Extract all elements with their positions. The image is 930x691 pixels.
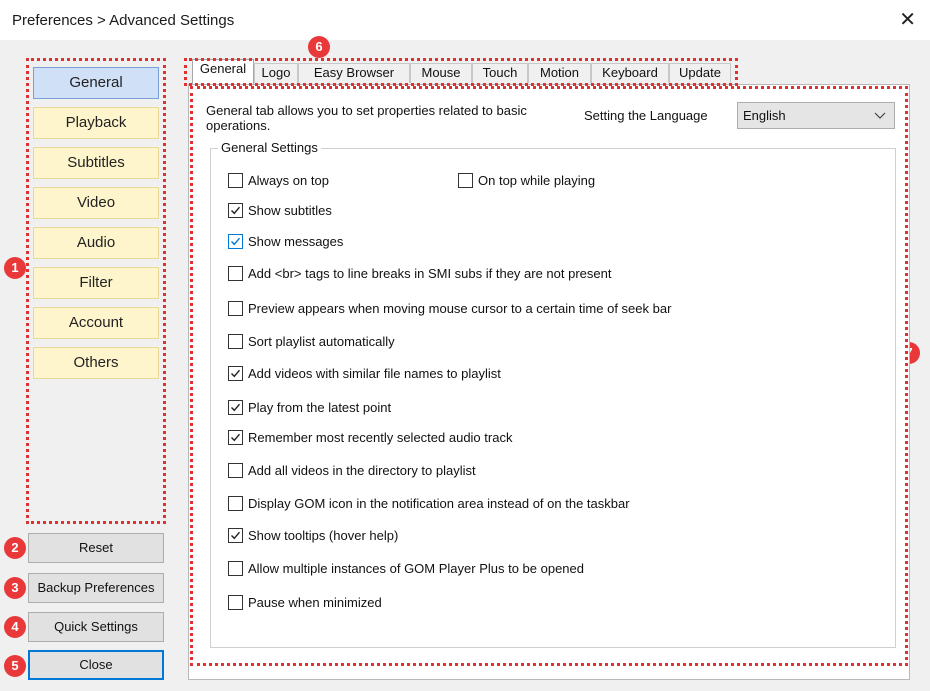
window-title: Preferences > Advanced Settings xyxy=(12,12,235,29)
checkmark-icon xyxy=(231,369,241,378)
close-button[interactable]: Close xyxy=(28,650,164,680)
annotation-badge-6: 6 xyxy=(308,36,330,58)
tab-mouse[interactable]: Mouse xyxy=(410,63,472,83)
checkbox-box[interactable] xyxy=(228,234,243,249)
checkbox-box[interactable] xyxy=(228,334,243,349)
checkbox-box[interactable] xyxy=(228,496,243,511)
checkmark-icon xyxy=(231,237,241,246)
close-icon[interactable]: ✕ xyxy=(899,10,916,30)
checkbox-box[interactable] xyxy=(228,528,243,543)
sidebar-item-filter[interactable]: Filter xyxy=(33,267,159,299)
checkbox-label: Play from the latest point xyxy=(248,400,392,415)
checkbox-label: Remember most recently selected audio tr… xyxy=(248,430,513,445)
language-label: Setting the Language xyxy=(584,108,708,123)
tab-description: General tab allows you to set properties… xyxy=(206,103,527,133)
checkbox-box[interactable] xyxy=(228,400,243,415)
checkbox-box[interactable] xyxy=(228,301,243,316)
tab-logo[interactable]: Logo xyxy=(254,63,298,83)
checkbox-box[interactable] xyxy=(458,173,473,188)
language-value: English xyxy=(743,108,786,123)
group-title: General Settings xyxy=(218,140,321,155)
sidebar-item-others[interactable]: Others xyxy=(33,347,159,379)
title-bar: Preferences > Advanced Settings ✕ xyxy=(0,0,930,40)
sidebar-item-subtitles[interactable]: Subtitles xyxy=(33,147,159,179)
checkbox-label: Always on top xyxy=(248,173,329,188)
checkbox-box[interactable] xyxy=(228,430,243,445)
checkmark-icon xyxy=(231,531,241,540)
tab-strip: General Logo Easy Browser Mouse Touch Mo… xyxy=(186,59,736,85)
checkbox-box[interactable] xyxy=(228,266,243,281)
checkmark-icon xyxy=(231,206,241,215)
tab-easy-browser[interactable]: Easy Browser xyxy=(298,63,410,83)
checkbox-label: Show messages xyxy=(248,234,344,249)
sidebar-item-playback[interactable]: Playback xyxy=(33,107,159,139)
sidebar-item-account[interactable]: Account xyxy=(33,307,159,339)
annotation-badge-5: 5 xyxy=(4,655,26,677)
checkbox-label: Sort playlist automatically xyxy=(248,334,395,349)
sidebar-item-general[interactable]: General xyxy=(33,67,159,99)
checkbox-box[interactable] xyxy=(228,595,243,610)
checkbox-box[interactable] xyxy=(228,203,243,218)
checkbox-label: Add videos with similar file names to pl… xyxy=(248,366,501,381)
chevron-down-icon xyxy=(874,106,886,127)
backup-preferences-button[interactable]: Backup Preferences xyxy=(28,573,164,603)
checkbox-label: Display GOM icon in the notification are… xyxy=(248,496,630,511)
annotation-badge-2: 2 xyxy=(4,537,26,559)
checkbox-box[interactable] xyxy=(228,173,243,188)
tab-general[interactable]: General xyxy=(192,59,254,84)
checkbox-box[interactable] xyxy=(228,366,243,381)
checkmark-icon xyxy=(231,403,241,412)
quick-settings-button[interactable]: Quick Settings xyxy=(28,612,164,642)
reset-button[interactable]: Reset xyxy=(28,533,164,563)
checkbox-box[interactable] xyxy=(228,463,243,478)
checkbox-label: Add all videos in the directory to playl… xyxy=(248,463,476,478)
tab-motion[interactable]: Motion xyxy=(528,63,591,83)
sidebar-item-video[interactable]: Video xyxy=(33,187,159,219)
checkbox-label: Pause when minimized xyxy=(248,595,382,610)
checkbox-box[interactable] xyxy=(228,561,243,576)
tab-touch[interactable]: Touch xyxy=(472,63,528,83)
checkmark-icon xyxy=(231,433,241,442)
tab-keyboard[interactable]: Keyboard xyxy=(591,63,669,83)
annotation-badge-3: 3 xyxy=(4,577,26,599)
checkbox-label: Allow multiple instances of GOM Player P… xyxy=(248,561,585,576)
checkbox-label: On top while playing xyxy=(478,173,596,188)
language-dropdown[interactable]: English xyxy=(737,102,895,129)
checkbox-label: Show subtitles xyxy=(248,203,332,218)
annotation-badge-4: 4 xyxy=(4,616,26,638)
checkbox-label: Preview appears when moving mouse cursor… xyxy=(248,301,672,316)
sidebar-item-audio[interactable]: Audio xyxy=(33,227,159,259)
checkbox-label: Add <br> tags to line breaks in SMI subs… xyxy=(248,266,612,281)
tab-update[interactable]: Update xyxy=(669,63,731,83)
checkbox-label: Show tooltips (hover help) xyxy=(248,528,399,543)
annotation-badge-1: 1 xyxy=(4,257,26,279)
